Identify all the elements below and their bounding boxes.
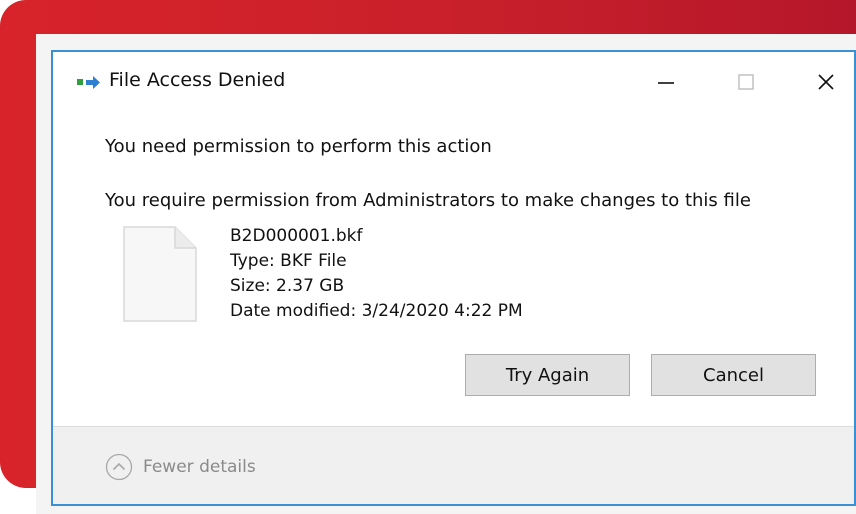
maximize-button[interactable] (716, 58, 776, 106)
maximize-icon (738, 74, 754, 90)
file-type: Type: BKF File (230, 251, 347, 271)
file-move-icon (77, 76, 100, 89)
details-footer: Fewer details (53, 426, 854, 504)
title-bar[interactable]: File Access Denied (53, 52, 854, 112)
minimize-icon (658, 82, 674, 84)
cancel-button[interactable]: Cancel (651, 354, 816, 396)
permission-detail: You require permission from Administrato… (105, 190, 751, 211)
fewer-details-label: Fewer details (143, 457, 256, 477)
document-icon (123, 226, 197, 322)
close-button[interactable] (796, 58, 856, 106)
minimize-button[interactable] (636, 58, 696, 106)
permission-heading: You need permission to perform this acti… (105, 136, 492, 157)
chevron-up-icon (105, 453, 133, 481)
close-icon (818, 74, 834, 90)
file-size: Size: 2.37 GB (230, 276, 345, 296)
file-name: B2D000001.bkf (230, 226, 363, 246)
window-title: File Access Denied (109, 69, 286, 91)
file-access-denied-dialog: File Access Denied You need permission t… (51, 50, 856, 506)
fewer-details-toggle[interactable]: Fewer details (105, 453, 256, 481)
try-again-button[interactable]: Try Again (465, 354, 630, 396)
file-date-modified: Date modified: 3/24/2020 4:22 PM (230, 301, 523, 321)
file-details: B2D000001.bkf Type: BKF File Size: 2.37 … (230, 224, 523, 324)
